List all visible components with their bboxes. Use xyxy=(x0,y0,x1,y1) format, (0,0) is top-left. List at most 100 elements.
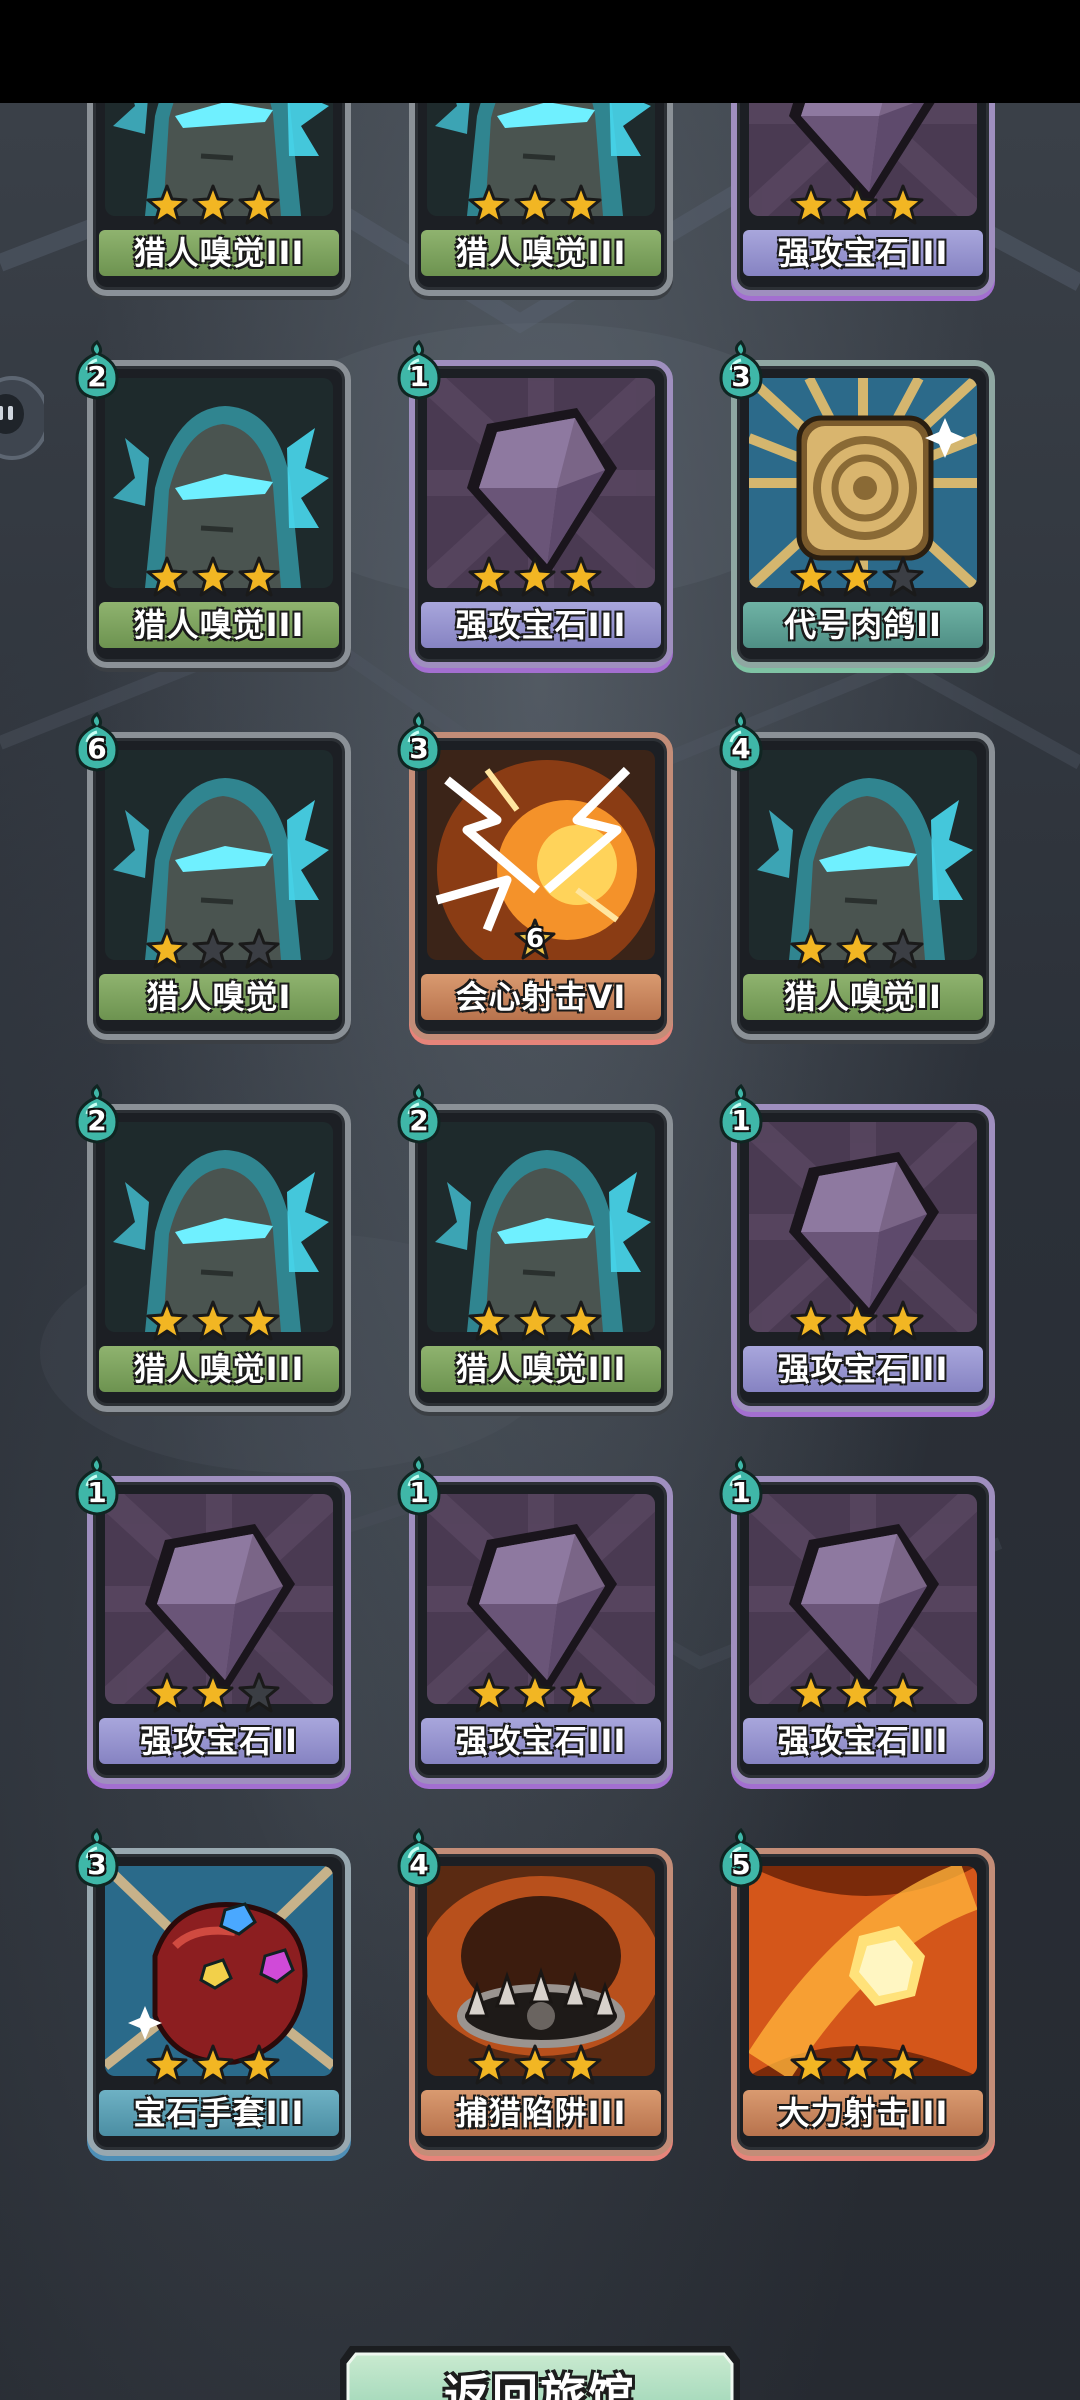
skill-card[interactable]: 强攻宝石III 1 xyxy=(397,1456,673,1784)
card-cost: 1 xyxy=(731,1476,751,1509)
cost-drop-icon: 6 xyxy=(73,712,121,772)
card-frame: 强攻宝石III xyxy=(409,1476,673,1784)
card-frame: 强攻宝石III xyxy=(731,1476,995,1784)
star-rating xyxy=(79,928,347,972)
skill-card[interactable]: 强攻宝石III 1 xyxy=(397,340,673,668)
card-frame: 猎人嗅觉III xyxy=(87,360,351,668)
card-name: 强攻宝石III xyxy=(743,230,983,276)
star-filled-icon xyxy=(468,556,510,598)
skill-card[interactable]: 猎人嗅觉III 2 xyxy=(75,340,351,668)
star-filled-icon xyxy=(836,928,878,970)
card-cost: 1 xyxy=(409,1476,429,1509)
card-frame: 强攻宝石III xyxy=(409,360,673,668)
star-filled-icon xyxy=(790,1672,832,1714)
skill-card[interactable]: 猎人嗅觉III 2 xyxy=(75,1084,351,1412)
skill-card[interactable]: 强攻宝石III 1 xyxy=(719,1084,995,1412)
cost-drop-icon: 2 xyxy=(395,1084,443,1144)
star-filled-icon xyxy=(468,184,510,226)
skill-card[interactable]: 强攻宝石III xyxy=(723,103,995,296)
star-rating xyxy=(79,184,347,228)
card-name: 猎人嗅觉III xyxy=(421,230,661,276)
star-rating xyxy=(401,1300,669,1344)
skill-card[interactable]: 宝石手套III 3 xyxy=(75,1828,351,2156)
skill-card[interactable]: 大力射击III 5 xyxy=(719,1828,995,2156)
star-filled-icon xyxy=(146,1672,188,1714)
card-name: 猎人嗅觉I xyxy=(99,974,339,1020)
skill-card[interactable]: 猎人嗅觉III xyxy=(401,103,673,296)
card-cost: 5 xyxy=(731,1848,751,1881)
card-cost: 2 xyxy=(87,360,107,393)
star-filled-icon xyxy=(468,1300,510,1342)
cost-drop-icon: 1 xyxy=(395,340,443,400)
star-filled-icon xyxy=(238,556,280,598)
star-filled-icon xyxy=(836,1300,878,1342)
card-name: 猎人嗅觉III xyxy=(421,1346,661,1392)
cost-drop-icon: 4 xyxy=(395,1828,443,1888)
card-cost: 4 xyxy=(409,1848,429,1881)
star-filled-icon xyxy=(836,184,878,226)
skill-card[interactable]: 猎人嗅觉I 6 xyxy=(75,712,351,1040)
star-empty-icon xyxy=(192,928,234,970)
cost-drop-icon: 2 xyxy=(73,1084,121,1144)
star-filled-icon xyxy=(836,2044,878,2086)
card-cost: 4 xyxy=(731,732,751,765)
star-filled-icon xyxy=(882,184,924,226)
card-name: 强攻宝石II xyxy=(99,1718,339,1764)
skill-card[interactable]: 强攻宝石III 1 xyxy=(719,1456,995,1784)
star-rating xyxy=(723,928,991,972)
card-cost: 1 xyxy=(731,1104,751,1137)
skill-card[interactable]: 会心射击VI 6 3 xyxy=(397,712,673,1040)
card-name: 强攻宝石III xyxy=(743,1718,983,1764)
game-scene: 猎人嗅觉III 猎人嗅觉III 强攻宝石III 猎人嗅觉III 2 强攻宝石III… xyxy=(0,103,1080,2400)
cost-drop-icon: 1 xyxy=(395,1456,443,1516)
star-filled-icon xyxy=(560,1300,602,1342)
card-frame: 强攻宝石III xyxy=(731,1104,995,1412)
cost-drop-icon: 3 xyxy=(717,340,765,400)
status-bar xyxy=(0,0,1080,103)
skill-card[interactable]: 捕猎陷阱III 4 xyxy=(397,1828,673,2156)
card-level: 6 xyxy=(525,924,545,954)
card-cost: 2 xyxy=(409,1104,429,1137)
card-cost: 3 xyxy=(87,1848,107,1881)
card-name: 猎人嗅觉III xyxy=(99,230,339,276)
star-filled-icon xyxy=(238,1300,280,1342)
return-to-inn-button[interactable]: 返回旅馆 xyxy=(336,2340,744,2400)
cost-drop-icon: 5 xyxy=(717,1828,765,1888)
star-rating xyxy=(401,2044,669,2088)
star-filled-icon xyxy=(192,184,234,226)
star-rating xyxy=(79,556,347,600)
card-name: 捕猎陷阱III xyxy=(421,2090,661,2136)
skill-card[interactable]: 猎人嗅觉III 2 xyxy=(397,1084,673,1412)
star-filled-icon xyxy=(146,556,188,598)
star-rating xyxy=(79,1672,347,1716)
star-filled-icon xyxy=(514,1672,556,1714)
cost-drop-icon: 4 xyxy=(717,712,765,772)
return-button-label: 返回旅馆 xyxy=(444,2369,636,2400)
card-name: 强攻宝石III xyxy=(743,1346,983,1392)
card-frame: 猎人嗅觉I xyxy=(87,732,351,1040)
skill-card[interactable]: 强攻宝石II 1 xyxy=(75,1456,351,1784)
star-rating xyxy=(79,1300,347,1344)
skill-card[interactable]: 猎人嗅觉III xyxy=(79,103,351,296)
card-name: 会心射击VI xyxy=(421,974,661,1020)
card-cost: 6 xyxy=(87,732,107,765)
star-rating xyxy=(723,556,991,600)
cost-drop-icon: 3 xyxy=(395,712,443,772)
star-filled-icon xyxy=(560,2044,602,2086)
skill-card[interactable]: 代号肉鸽II 3 xyxy=(719,340,995,668)
card-frame: 猎人嗅觉III xyxy=(87,1104,351,1412)
card-collection-grid[interactable]: 猎人嗅觉III 猎人嗅觉III 强攻宝石III 猎人嗅觉III 2 强攻宝石III… xyxy=(0,103,1080,2185)
card-frame: 大力射击III xyxy=(731,1848,995,2156)
card-cost: 3 xyxy=(409,732,429,765)
star-rating xyxy=(723,184,991,228)
skill-card[interactable]: 猎人嗅觉II 4 xyxy=(719,712,995,1040)
star-filled-icon xyxy=(560,1672,602,1714)
star-filled-icon xyxy=(790,2044,832,2086)
star-filled-icon xyxy=(468,1672,510,1714)
star-filled-icon xyxy=(790,556,832,598)
star-filled-icon xyxy=(514,184,556,226)
card-frame: 代号肉鸽II xyxy=(731,360,995,668)
card-frame: 捕猎陷阱III xyxy=(409,1848,673,2156)
card-cost: 1 xyxy=(87,1476,107,1509)
star-filled-icon xyxy=(146,1300,188,1342)
